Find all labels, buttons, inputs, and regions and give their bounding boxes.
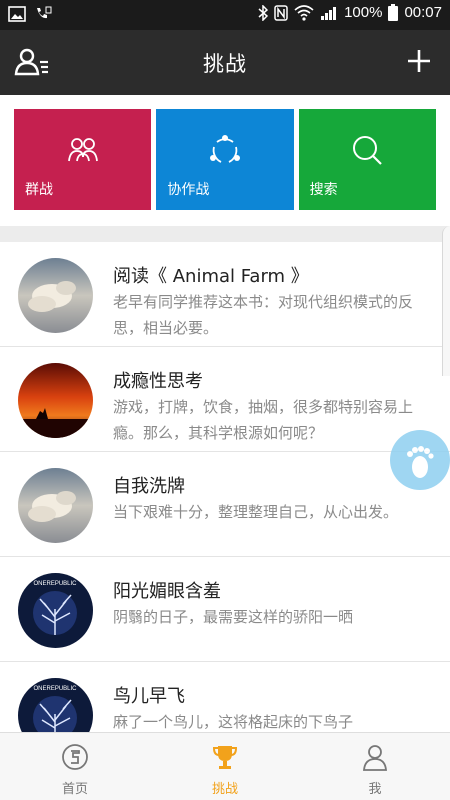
list-item[interactable]: 自我洗牌 当下艰难十分，整理整理自己，从心出发。 [0, 452, 450, 557]
group-icon [67, 138, 98, 162]
image-icon [8, 6, 26, 22]
status-bar: 100% 00:07 [0, 0, 450, 30]
tile-label: 搜索 [309, 182, 338, 198]
item-title: 阅读《 Animal Farm 》 [113, 266, 309, 287]
signal-icon [321, 6, 337, 20]
avatar-onerepublic-album: ONEREPUBLIC [18, 573, 93, 648]
list-item[interactable]: 成瘾性思考 游戏，打牌，饮食，抽烟，很多都特别容易上瘾。那么，其科学根源如何呢？ [0, 347, 450, 452]
bottom-nav: 首页 挑战 我 [0, 732, 450, 800]
list-item[interactable]: ONEREPUBLIC 鸟儿早飞 麻了一个鸟儿，这将格起床的下鸟子 [0, 662, 450, 732]
nfc-icon [274, 4, 288, 21]
item-description: 麻了一个鸟儿，这将格起床的下鸟子 [113, 713, 354, 731]
plus-icon[interactable] [406, 48, 432, 74]
home-icon [62, 744, 88, 770]
list-item[interactable]: ONEREPUBLIC 阳光媚眼含羞 阴翳的日子，最需要这样的骄阳一晒 [0, 557, 450, 662]
action-tiles: 群战 协作战 搜索 [14, 109, 436, 210]
challenge-list[interactable]: 阅读《 Animal Farm 》 老早有同学推荐这本书：对现代组织模式的反思，… [0, 242, 450, 732]
call-icon [37, 6, 52, 19]
list-item[interactable]: 阅读《 Animal Farm 》 老早有同学推荐这本书：对现代组织模式的反思，… [0, 242, 450, 347]
nav-label: 我 [368, 782, 382, 797]
nav-me[interactable]: 我 [300, 733, 450, 800]
section-divider [0, 226, 450, 242]
share-icon [209, 135, 240, 163]
footprint-icon [407, 446, 434, 478]
album-label: ONEREPUBLIC [33, 686, 77, 692]
item-description: 老早有同学推荐这本书：对现代组织模式的反思，相当必要。 [113, 293, 414, 337]
search-icon [353, 136, 383, 165]
nav-home[interactable]: 首页 [0, 733, 150, 800]
battery-icon [388, 4, 399, 21]
tile-cooperation-battle[interactable]: 协作战 [156, 109, 294, 210]
item-description: 游戏，打牌，饮食，抽烟，很多都特别容易上瘾。那么，其科学根源如何呢？ [113, 398, 414, 442]
item-title: 自我洗牌 [113, 476, 185, 497]
avatar-onerepublic-album: ONEREPUBLIC [18, 678, 93, 732]
album-label: ONEREPUBLIC [33, 581, 77, 587]
status-right: 100% 00:07 [258, 4, 442, 21]
app-header: 挑战 [0, 30, 450, 95]
item-title: 成瘾性思考 [113, 371, 203, 392]
nav-label: 首页 [61, 782, 88, 797]
clock: 00:07 [404, 4, 442, 21]
item-description: 阴翳的日子，最需要这样的骄阳一晒 [113, 608, 354, 626]
battery-percent: 100% [344, 4, 383, 21]
page-title: 挑战 [203, 52, 247, 76]
trophy-icon [212, 746, 238, 769]
tile-group-battle[interactable]: 群战 [14, 109, 152, 210]
nav-label: 挑战 [211, 782, 238, 797]
tile-label: 协作战 [167, 182, 210, 198]
avatar-sunset-photo [18, 363, 93, 438]
avatar-clouds-photo [18, 468, 93, 543]
bluetooth-icon [258, 4, 269, 21]
item-description: 当下艰难十分，整理整理自己，从心出发。 [113, 503, 399, 521]
tile-label: 群战 [25, 182, 53, 198]
scroll-edge [442, 226, 450, 376]
item-title: 鸟儿早飞 [113, 686, 185, 707]
item-title: 阳光媚眼含羞 [113, 581, 221, 602]
status-left [8, 6, 52, 22]
footprint-button[interactable] [390, 430, 450, 490]
wifi-icon [294, 4, 314, 21]
tile-search[interactable]: 搜索 [298, 109, 436, 210]
avatar-clouds-photo [18, 258, 93, 333]
nav-challenge[interactable]: 挑战 [150, 733, 300, 800]
person-icon [363, 745, 387, 771]
